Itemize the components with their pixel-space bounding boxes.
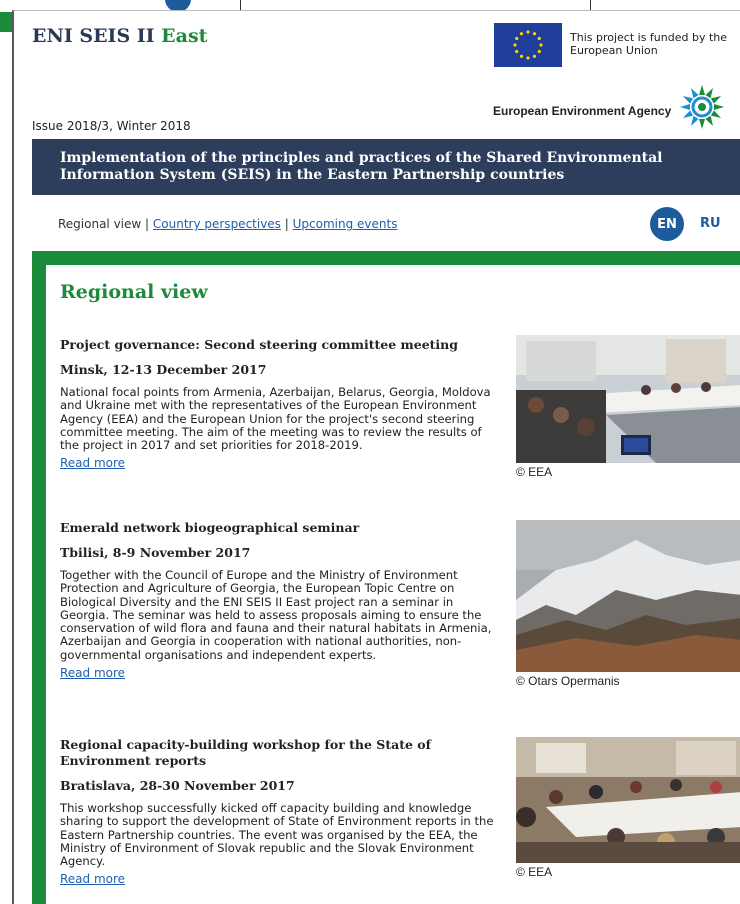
issue-label: Issue 2018/3, Winter 2018 [32, 119, 191, 133]
banner-text: Implementation of the principles and pra… [60, 150, 663, 183]
brand-main: ENI SEIS II [32, 25, 162, 47]
article-title: Emerald network biogeographical seminar [60, 520, 360, 535]
article-photo: © Otars Opermanis [516, 520, 740, 688]
article-body: National focal points from Armenia, Azer… [60, 385, 491, 453]
newsletter: ENI SEIS II East This project is funded … [12, 10, 740, 904]
meeting-photo[interactable] [516, 335, 740, 463]
article-location-date: Bratislava, 28-30 November 2017 [60, 778, 295, 793]
eea-logo-icon [680, 85, 724, 129]
section-side-border [32, 265, 46, 904]
read-more-link[interactable]: Read more [60, 456, 125, 470]
nav-separator: | [141, 217, 153, 231]
eu-funded-text: This project is funded by the European U… [570, 31, 728, 57]
mountain-photo[interactable] [516, 520, 740, 672]
article-body: This workshop successfully kicked off ca… [60, 801, 494, 869]
photo-caption: © EEA [516, 865, 553, 879]
language-en-button[interactable]: EN [650, 207, 684, 241]
article: Emerald network biogeographical seminar … [60, 520, 500, 681]
nav-separator: | [280, 217, 293, 231]
article-location-date: Minsk, 12-13 December 2017 [60, 362, 267, 377]
brand-title: ENI SEIS II East [32, 25, 207, 47]
article-photo: © EEA [516, 737, 740, 879]
language-ru-link[interactable]: RU [700, 216, 721, 231]
section-top-border [32, 251, 740, 265]
eea-name: European Environment Agency [493, 104, 672, 118]
workshop-photo[interactable] [516, 737, 740, 863]
article-location-date: Tbilisi, 8-9 November 2017 [60, 545, 251, 560]
nav-link-upcoming-events[interactable]: Upcoming events [293, 217, 398, 231]
read-more-link[interactable]: Read more [60, 666, 125, 680]
article: Project governance: Second steering comm… [60, 337, 500, 471]
eu-stars [513, 30, 543, 60]
photo-caption: © EEA [516, 465, 553, 479]
newsletter-header: ENI SEIS II East This project is funded … [14, 11, 740, 139]
intro-banner: Implementation of the principles and pra… [32, 139, 740, 195]
article: Regional capacity-building workshop for … [60, 737, 500, 887]
read-more-link[interactable]: Read more [60, 872, 125, 886]
section-title: Regional view [60, 281, 208, 303]
article-photo: © EEA [516, 335, 740, 479]
nav-link-country-perspectives[interactable]: Country perspectives [153, 217, 281, 231]
section-nav: Regional view | Country perspectives | U… [58, 217, 397, 231]
article-body: Together with the Council of Europe and … [60, 568, 492, 662]
article-title: Project governance: Second steering comm… [60, 337, 458, 352]
eu-flag-icon [494, 23, 562, 67]
brand-accent: East [161, 25, 208, 47]
article-title: Regional capacity-building workshop for … [60, 737, 431, 768]
nav-current: Regional view [58, 217, 142, 231]
photo-caption: © Otars Opermanis [516, 674, 620, 688]
